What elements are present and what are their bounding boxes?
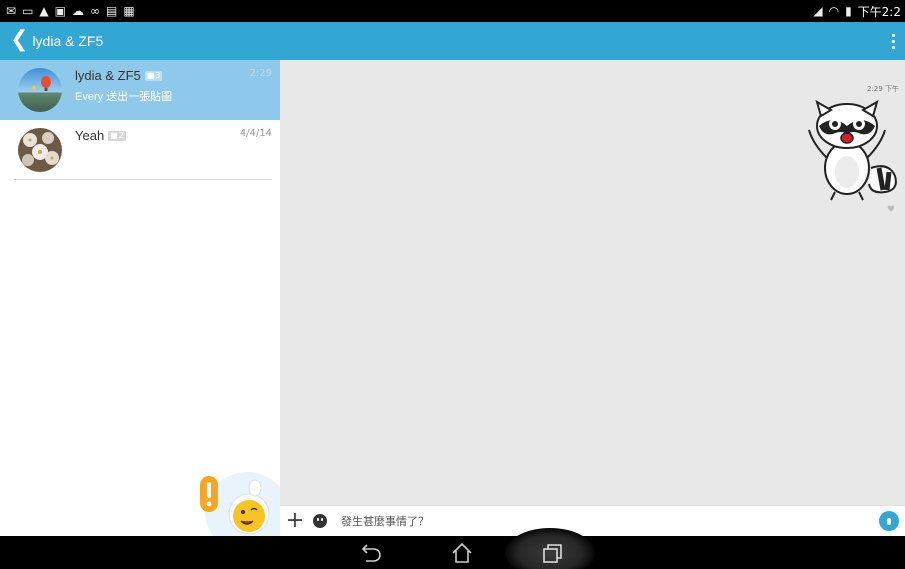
recents-nav-icon[interactable] [537,541,567,565]
member-count-badge: ■ 2 [108,130,126,141]
avatar [18,128,62,172]
person-icon: ■ [110,131,118,140]
back-button[interactable]: ❮ lydia & ZF5 [0,22,103,60]
member-count-badge: ■ 3 [144,70,163,81]
status-bar: ✉ ▭ ▲ ▣ ☁ ∞ ▤ ▦ ◢ ◠ ▮ 下午2:2 [0,0,905,22]
warning-icon: ▲ [39,4,49,18]
emoji-icon[interactable] [313,514,327,528]
conversation-name: Yeah [75,128,105,143]
conversation-time: 2:29 [249,68,272,79]
conversation-name-row: Yeah ■ 2 [75,128,126,143]
chevron-left-icon: ❮ [10,27,29,52]
message-input[interactable] [341,514,861,528]
message-input-bar: + [280,505,905,536]
chat-title: lydia & ZF5 [32,33,104,49]
navigation-bar [0,528,905,569]
battery-icon: ▮ [845,4,852,18]
no-signal-icon: ◢ [813,4,823,18]
status-time: 下午2:2 [857,4,901,19]
overflow-menu-button[interactable] [889,30,897,52]
divider [14,179,272,180]
conversation-preview: Every 送出一張貼圖 [75,91,173,103]
member-count: 2 [118,131,124,140]
dot-icon [891,39,895,43]
mascot-illustration [200,472,280,536]
sim-icon: ▤ [105,4,118,18]
message-icon: ▭ [22,4,34,18]
conversation-time: 4/4/14 [239,128,272,139]
notification-icons: ✉ ▭ ▲ ▣ ☁ ∞ ▤ ▦ [6,5,135,17]
mail-icon: ✉ [6,4,17,18]
mic-button[interactable] [879,511,899,531]
member-count: 3 [155,71,161,80]
conversation-name: lydia & ZF5 [75,68,141,83]
heart-icon[interactable]: ♥ [887,205,895,215]
cloud-icon: ☁ [71,4,84,18]
store-icon: ▣ [54,4,66,18]
add-attachment-button[interactable]: + [280,510,310,532]
dot-icon [891,45,895,49]
clipboard-icon: ▦ [123,4,135,18]
conversation-item[interactable]: lydia & ZF5 ■ 3 Every 送出一張貼圖 2:29 [0,60,280,120]
message-area: 2:29 下午 ♥ [280,60,905,505]
conversation-name-row: lydia & ZF5 ■ 3 [75,68,163,83]
dot-icon [891,33,895,37]
conversation-list: lydia & ZF5 ■ 3 Every 送出一張貼圖 2:29 Yeah ■ 2… [0,60,280,536]
avatar [18,68,62,112]
wifi-icon: ◠ [828,4,840,18]
voicemail-icon: ∞ [89,4,100,18]
system-icons: ◢ ◠ ▮ 下午2:2 [813,3,901,20]
raccoon-sticker[interactable] [797,98,897,202]
action-bar: ❮ lydia & ZF5 [0,22,905,60]
home-nav-icon[interactable] [447,541,477,565]
back-nav-icon[interactable] [355,541,385,565]
message-time: 2:29 下午 [867,85,899,93]
conversation-item[interactable]: Yeah ■ 2 4/4/14 [0,120,280,180]
person-icon: ■ [146,71,155,80]
